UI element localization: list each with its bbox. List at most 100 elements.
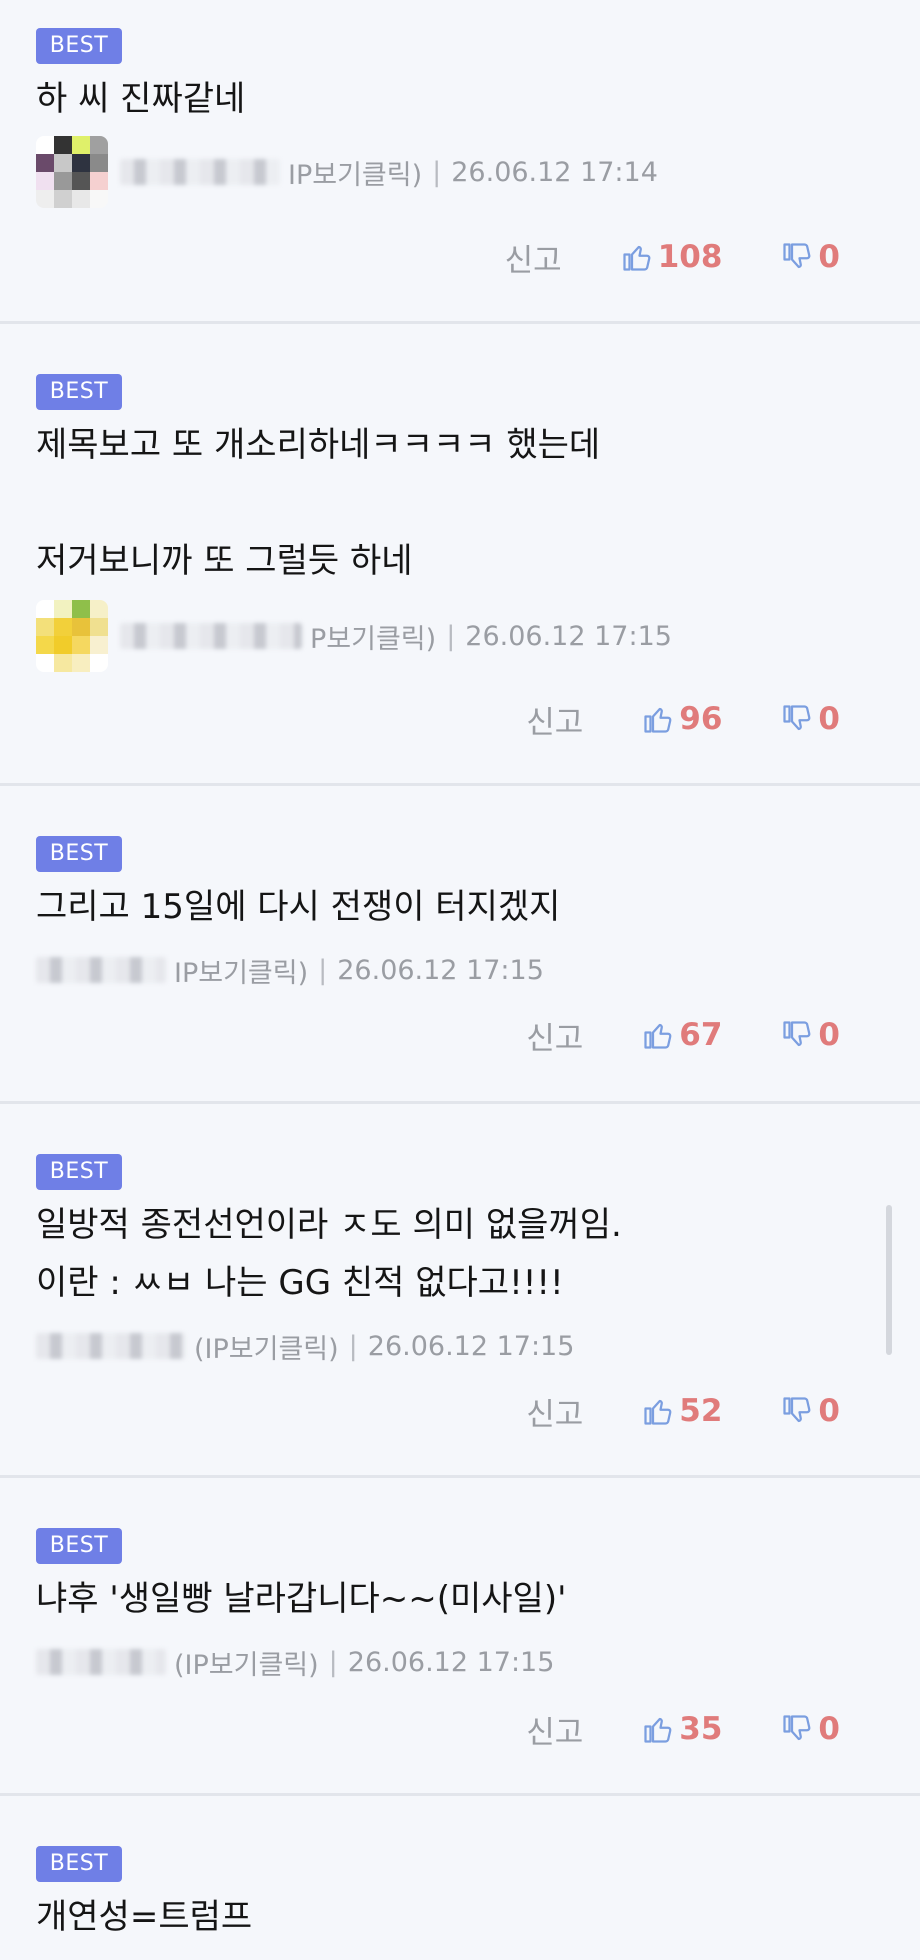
like-button[interactable]: 35 <box>643 1711 722 1747</box>
comment-item: BEST 제목보고 또 개소리하네ㅋㅋㅋㅋ 했는데 저거보니까 또 그럴듯 하네… <box>0 324 920 786</box>
like-button[interactable]: 108 <box>622 239 723 275</box>
comment-meta: P보기클릭) | 26.06.12 17:15 <box>36 600 672 672</box>
best-badge: BEST <box>36 836 122 872</box>
avatar-pixel <box>72 190 90 208</box>
scrollbar[interactable] <box>886 1205 892 1355</box>
report-button[interactable]: 신고 <box>526 1707 583 1752</box>
avatar-pixel <box>54 190 72 208</box>
best-badge: BEST <box>36 1154 122 1190</box>
ip-view-link[interactable]: P보기클릭) <box>310 617 436 656</box>
avatar-pixel <box>90 154 108 172</box>
best-badge: BEST <box>36 1528 122 1564</box>
like-button[interactable]: 67 <box>643 1017 722 1053</box>
like-count: 52 <box>679 1393 723 1429</box>
ip-view-link[interactable]: IP보기클릭) <box>288 153 422 192</box>
avatar-pixel <box>54 654 72 672</box>
best-badge: BEST <box>36 28 122 64</box>
avatar-pixel <box>72 636 90 654</box>
best-badge: BEST <box>36 374 122 410</box>
like-count: 67 <box>679 1017 723 1053</box>
report-button[interactable]: 신고 <box>505 235 562 280</box>
like-button[interactable]: 52 <box>643 1393 722 1429</box>
avatar-pixel <box>36 172 54 190</box>
meta-separator: | <box>328 1646 338 1678</box>
avatar-pixel <box>36 600 54 618</box>
dislike-button[interactable]: 0 <box>782 239 840 275</box>
thumbs-down-icon <box>783 705 811 731</box>
dislike-count: 0 <box>818 1017 840 1053</box>
dislike-button[interactable]: 0 <box>782 1017 840 1053</box>
report-button[interactable]: 신고 <box>526 1389 583 1434</box>
like-count: 35 <box>679 1711 723 1747</box>
avatar-pixel <box>90 136 108 154</box>
avatar-pixel <box>72 654 90 672</box>
thumbs-up-icon <box>644 707 672 733</box>
author-name-blurred[interactable] <box>36 1333 186 1359</box>
avatar-pixel <box>54 154 72 172</box>
comment-text: 하 씨 진짜같네 <box>36 79 246 119</box>
avatar-pixel <box>36 154 54 172</box>
comment-text: 일방적 종전선언이라 ㅈ도 의미 없을꺼임. 이란 : ㅆㅂ 나는 GG 친적 … <box>36 1205 622 1303</box>
avatar-pixel <box>54 172 72 190</box>
comment-actions: 신고 67 0 <box>526 1010 840 1060</box>
dislike-button[interactable]: 0 <box>782 1393 840 1429</box>
comment-actions: 신고 108 0 <box>505 232 840 282</box>
like-count: 108 <box>657 239 723 275</box>
avatar-pixel <box>54 636 72 654</box>
comment-item: BEST 일방적 종전선언이라 ㅈ도 의미 없을꺼임. 이란 : ㅆㅂ 나는 G… <box>0 1104 920 1478</box>
dislike-button[interactable]: 0 <box>782 1711 840 1747</box>
like-count: 96 <box>679 701 723 737</box>
avatar[interactable] <box>36 136 108 208</box>
like-button[interactable]: 96 <box>643 701 722 737</box>
thumbs-down-icon <box>783 1021 811 1047</box>
dislike-button[interactable]: 0 <box>782 701 840 737</box>
comment-text: 냐후 '생일빵 날라갑니다~~(미사일)' <box>36 1579 567 1619</box>
avatar-pixel <box>90 600 108 618</box>
thumbs-down-icon <box>783 1715 811 1741</box>
thumbs-up-icon <box>644 1717 672 1743</box>
thumbs-down-icon <box>783 243 811 269</box>
avatar-pixel <box>72 618 90 636</box>
comment-date: 26.06.12 17:15 <box>367 1330 575 1362</box>
author-name-blurred[interactable] <box>120 159 280 185</box>
avatar-pixel <box>36 190 54 208</box>
avatar-pixel <box>54 618 72 636</box>
comment-item: BEST 개연성=트럼프 <box>0 1796 920 1960</box>
thumbs-up-icon <box>623 245 651 271</box>
ip-view-link[interactable]: (IP보기클릭) <box>194 1327 339 1366</box>
meta-separator: | <box>432 156 442 188</box>
avatar-pixel <box>36 136 54 154</box>
comment-text: 그리고 15일에 다시 전쟁이 터지겠지 <box>36 887 561 927</box>
comment-meta: IP보기클릭) | 26.06.12 17:15 <box>36 948 544 992</box>
ip-view-link[interactable]: IP보기클릭) <box>174 951 308 990</box>
comment-text: 개연성=트럼프 <box>36 1897 253 1937</box>
comment-item: BEST 그리고 15일에 다시 전쟁이 터지겠지 IP보기클릭) | 26.0… <box>0 786 920 1104</box>
thumbs-up-icon <box>644 1399 672 1425</box>
meta-separator: | <box>318 954 328 986</box>
author-name-blurred[interactable] <box>120 623 302 649</box>
comment-date: 26.06.12 17:15 <box>347 1646 555 1678</box>
avatar-pixel <box>54 136 72 154</box>
comment-date: 26.06.12 17:14 <box>451 156 658 188</box>
report-button[interactable]: 신고 <box>526 697 583 742</box>
comment-text: 제목보고 또 개소리하네ㅋㅋㅋㅋ 했는데 저거보니까 또 그럴듯 하네 <box>36 425 601 581</box>
avatar-pixel <box>72 600 90 618</box>
report-button[interactable]: 신고 <box>526 1013 583 1058</box>
author-name-blurred[interactable] <box>36 957 166 983</box>
dislike-count: 0 <box>818 239 840 275</box>
ip-view-link[interactable]: (IP보기클릭) <box>174 1643 319 1682</box>
avatar-pixel <box>72 136 90 154</box>
thumbs-up-icon <box>644 1023 672 1049</box>
dislike-count: 0 <box>818 1393 840 1429</box>
author-name-blurred[interactable] <box>36 1649 166 1675</box>
avatar-pixel <box>54 600 72 618</box>
avatar-pixel <box>90 172 108 190</box>
meta-separator: | <box>348 1330 358 1362</box>
comment-date: 26.06.12 17:15 <box>337 954 544 986</box>
avatar-pixel <box>90 190 108 208</box>
comment-item: BEST 하 씨 진짜같네 IP보기클릭) | 26.06.12 17:14 신… <box>0 0 920 324</box>
avatar[interactable] <box>36 600 108 672</box>
best-badge: BEST <box>36 1846 122 1882</box>
comment-actions: 신고 96 0 <box>526 694 840 744</box>
meta-separator: | <box>446 620 456 652</box>
